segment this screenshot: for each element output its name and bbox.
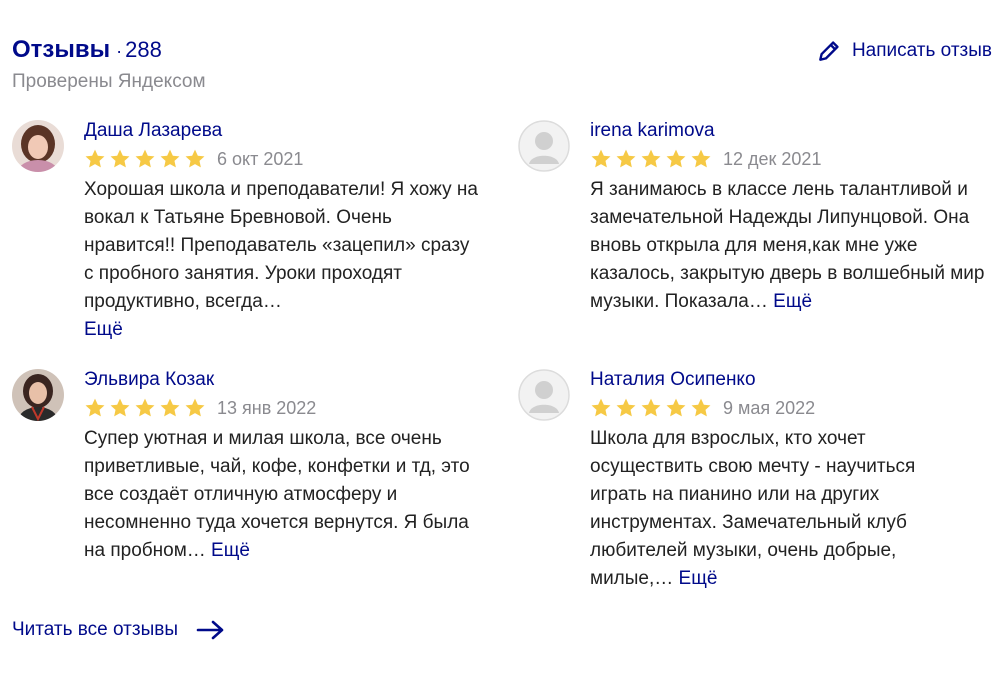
write-review-button[interactable]: Написать отзыв <box>816 38 992 64</box>
rating-stars <box>590 148 715 170</box>
default-avatar-icon <box>518 369 570 421</box>
reviews-title: Отзывы <box>12 36 111 63</box>
read-all-reviews-link[interactable]: Читать все отзывы <box>12 619 226 641</box>
review-date: 6 окт 2021 <box>217 148 304 169</box>
review-date: 12 дек 2021 <box>723 148 822 169</box>
star-icon <box>85 398 105 417</box>
review-body: Хорошая школа и преподаватели! Я хожу на… <box>84 179 478 312</box>
avatar[interactable] <box>518 369 570 421</box>
read-more-link[interactable]: Ещё <box>211 540 250 561</box>
read-more-link[interactable]: Ещё <box>679 568 718 589</box>
star-icon <box>641 398 661 417</box>
review-body: Супер уютная и милая школа, все очень пр… <box>84 428 470 561</box>
review-body: Школа для взрослых, кто хочет осуществит… <box>590 428 916 589</box>
review-text: Я занимаюсь в классе лень талантливой и … <box>590 176 990 316</box>
pencil-icon <box>819 41 839 61</box>
review-text: Хорошая школа и преподаватели! Я хожу на… <box>84 176 484 344</box>
reviews-count: 288 <box>125 37 162 62</box>
review-date: 9 мая 2022 <box>723 397 816 418</box>
review-date: 13 янв 2022 <box>217 397 317 418</box>
review-text: Супер уютная и милая школа, все очень пр… <box>84 425 484 565</box>
read-more-link[interactable]: Ещё <box>84 319 123 340</box>
read-more-link[interactable]: Ещё <box>773 291 812 312</box>
avatar[interactable] <box>12 369 64 421</box>
star-icon <box>666 398 686 417</box>
verified-subtitle: Проверены Яндексом <box>12 71 206 92</box>
star-icon <box>616 398 636 417</box>
default-avatar-icon <box>518 120 570 172</box>
star-icon <box>691 149 711 168</box>
review-text: Школа для взрослых, кто хочет осуществит… <box>590 425 965 593</box>
star-icon <box>160 149 180 168</box>
review-author[interactable]: Даша Лазарева <box>84 118 484 144</box>
write-review-label: Написать отзыв <box>851 40 992 61</box>
rating-stars <box>84 397 209 419</box>
star-icon <box>666 149 686 168</box>
star-icon <box>85 149 105 168</box>
star-icon <box>185 398 205 417</box>
star-icon <box>591 398 611 417</box>
review-author[interactable]: Эльвира Козак <box>84 367 484 393</box>
avatar[interactable] <box>12 120 64 172</box>
title-separator: · <box>116 41 123 61</box>
read-all-label: Читать все отзывы <box>12 619 178 640</box>
star-icon <box>591 149 611 168</box>
avatar[interactable] <box>518 120 570 172</box>
review-author[interactable]: irena karimova <box>590 118 990 144</box>
star-icon <box>135 149 155 168</box>
review-author[interactable]: Наталия Осипенко <box>590 367 965 393</box>
star-icon <box>135 398 155 417</box>
star-icon <box>110 398 130 417</box>
rating-stars <box>590 397 715 419</box>
rating-stars <box>84 148 209 170</box>
star-icon <box>691 398 711 417</box>
star-icon <box>616 149 636 168</box>
star-icon <box>160 398 180 417</box>
star-icon <box>641 149 661 168</box>
reviews-header: Отзывы · 288 Проверены Яндексом Написать о… <box>12 34 992 98</box>
star-icon <box>185 149 205 168</box>
arrow-right-icon <box>196 620 224 640</box>
star-icon <box>110 149 130 168</box>
